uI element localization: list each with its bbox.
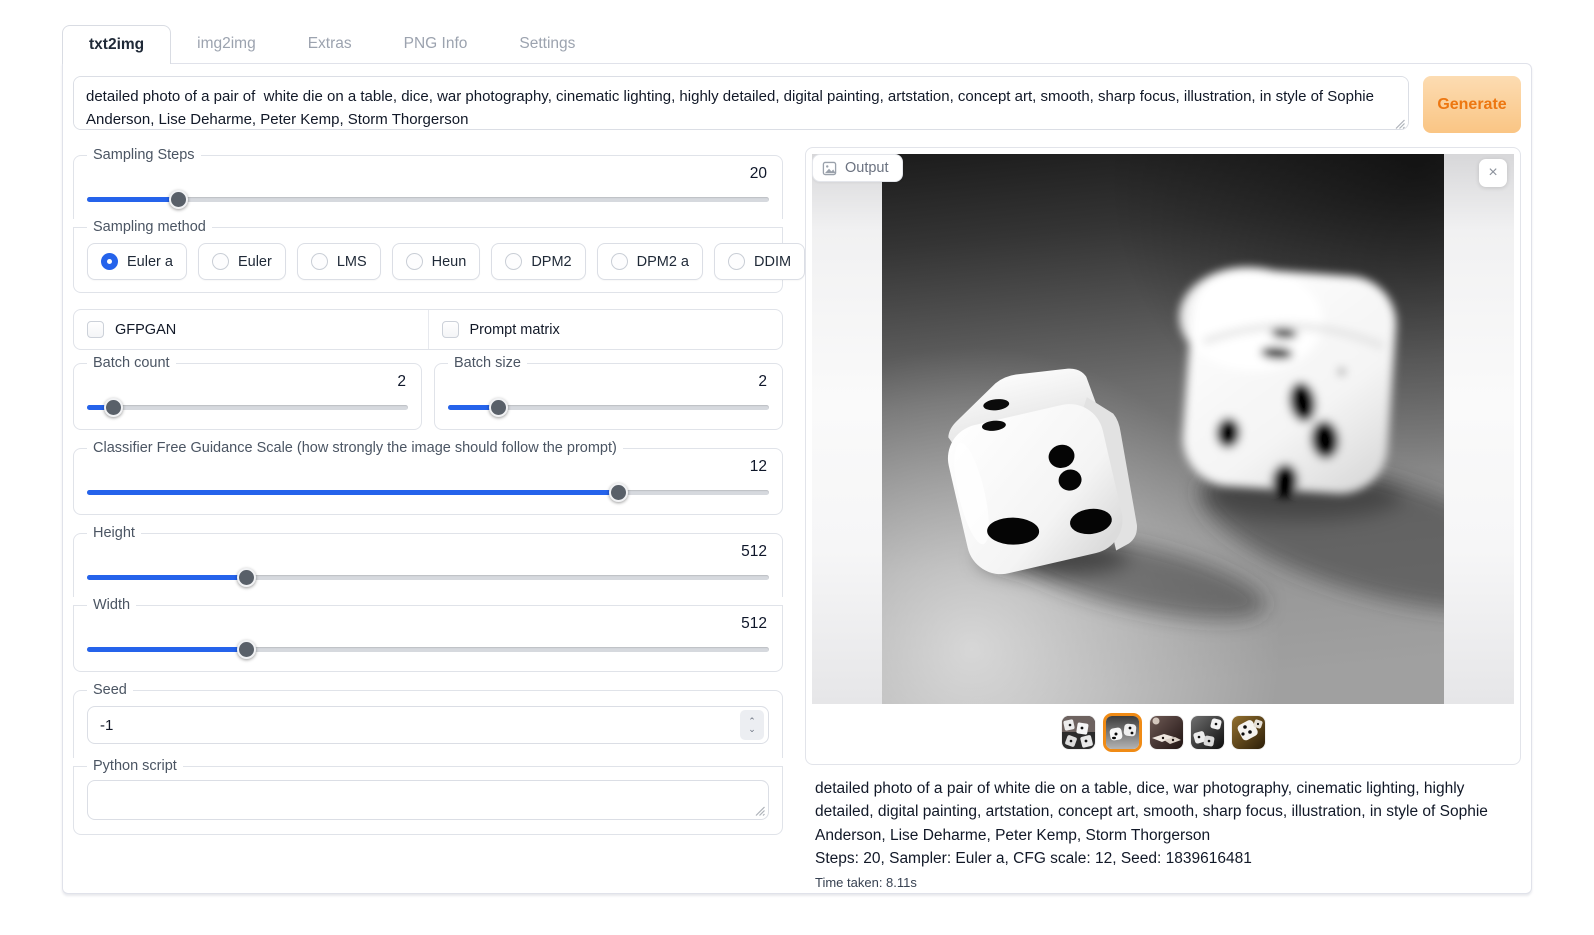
batch-size-label: Batch size <box>448 355 527 371</box>
output-thumbnail-1[interactable] <box>1062 716 1095 749</box>
tab-img2img[interactable]: img2img <box>171 25 282 63</box>
sampling-steps-group: Sampling Steps 20 <box>73 147 783 219</box>
radio-icon <box>311 253 328 270</box>
height-value: 512 <box>87 543 769 568</box>
tab-txt2img[interactable]: txt2img <box>62 25 171 64</box>
seed-input[interactable] <box>87 706 769 744</box>
output-column: Output × <box>805 147 1521 893</box>
resize-handle-icon[interactable] <box>753 804 765 816</box>
sampling-method-group: Sampling method Euler a Euler LMS Heun D… <box>73 219 783 293</box>
cfg-scale-group: Classifier Free Guidance Scale (how stro… <box>73 440 783 515</box>
radio-icon <box>611 253 628 270</box>
output-thumbnail-4[interactable] <box>1191 716 1224 749</box>
sampler-option-euler-a[interactable]: Euler a <box>87 243 187 280</box>
batch-count-slider[interactable] <box>87 398 408 417</box>
spinner-down-icon[interactable]: ⌄ <box>748 725 756 733</box>
generate-button[interactable]: Generate <box>1423 76 1521 133</box>
number-spinner[interactable]: ⌃ ⌄ <box>740 710 764 740</box>
toggles-row: GFPGAN Prompt matrix <box>73 309 783 350</box>
batch-count-label: Batch count <box>87 355 176 371</box>
prompt-input[interactable]: detailed photo of a pair of white die on… <box>73 76 1409 130</box>
generation-params: Steps: 20, Sampler: Euler a, CFG scale: … <box>815 847 1509 870</box>
cfg-scale-label: Classifier Free Guidance Scale (how stro… <box>87 440 623 456</box>
settings-column: Sampling Steps 20 Sampling method Euler … <box>73 147 783 835</box>
width-label: Width <box>87 597 136 613</box>
sampling-steps-value: 20 <box>87 165 769 190</box>
close-icon[interactable]: × <box>1479 159 1507 187</box>
generated-image[interactable] <box>882 154 1444 704</box>
txt2img-panel: detailed photo of a pair of white die on… <box>62 63 1532 894</box>
checkbox-icon <box>442 321 459 338</box>
checkbox-icon <box>87 321 104 338</box>
radio-icon <box>212 253 229 270</box>
cfg-scale-value: 12 <box>87 458 769 483</box>
prompt-matrix-checkbox[interactable]: Prompt matrix <box>428 310 783 349</box>
sampler-option-ddim[interactable]: DDIM <box>714 243 805 280</box>
sampler-option-dpm2[interactable]: DPM2 <box>491 243 585 280</box>
python-script-group: Python script <box>73 758 783 835</box>
generation-caption: detailed photo of a pair of white die on… <box>815 777 1509 847</box>
tab-settings[interactable]: Settings <box>493 25 601 63</box>
output-thumbnail-2-selected[interactable] <box>1103 713 1142 752</box>
height-group: Height 512 <box>73 525 783 597</box>
radio-icon <box>728 253 745 270</box>
batch-size-slider[interactable] <box>448 398 769 417</box>
batch-row: Batch count 2 Batch size 2 <box>73 355 783 430</box>
sampling-method-label: Sampling method <box>87 219 212 235</box>
output-panel: Output × <box>805 147 1521 765</box>
seed-label: Seed <box>87 682 133 698</box>
output-panel-header: Output <box>812 154 903 182</box>
width-slider[interactable] <box>87 640 769 659</box>
sampler-option-dpm2a[interactable]: DPM2 a <box>597 243 703 280</box>
width-group: Width 512 <box>73 597 783 672</box>
output-image-stage <box>812 154 1514 704</box>
radio-icon <box>505 253 522 270</box>
generation-time: Time taken: 8.11s <box>815 873 1509 893</box>
batch-size-group: Batch size 2 <box>434 355 783 430</box>
resize-handle-icon[interactable] <box>1393 117 1405 129</box>
height-slider[interactable] <box>87 568 769 587</box>
prompt-row: detailed photo of a pair of white die on… <box>73 76 1521 133</box>
tab-png-info[interactable]: PNG Info <box>378 25 494 63</box>
sampler-option-lms[interactable]: LMS <box>297 243 381 280</box>
batch-size-value: 2 <box>448 373 769 398</box>
stable-diffusion-webui: txt2img img2img Extras PNG Info Settings… <box>62 22 1532 894</box>
sampler-option-heun[interactable]: Heun <box>392 243 481 280</box>
tab-bar: txt2img img2img Extras PNG Info Settings <box>62 22 1532 63</box>
python-script-label: Python script <box>87 758 183 774</box>
sampling-steps-label: Sampling Steps <box>87 147 201 163</box>
height-label: Height <box>87 525 141 541</box>
tab-extras[interactable]: Extras <box>282 25 378 63</box>
batch-count-value: 2 <box>87 373 408 398</box>
seed-group: Seed ⌃ ⌄ <box>73 682 783 758</box>
radio-checked-icon <box>101 253 118 270</box>
output-thumbnail-3[interactable] <box>1150 716 1183 749</box>
gfpgan-checkbox[interactable]: GFPGAN <box>74 310 428 349</box>
output-thumbnail-5[interactable] <box>1232 716 1265 749</box>
cfg-scale-slider[interactable] <box>87 483 769 502</box>
batch-count-group: Batch count 2 <box>73 355 422 430</box>
sampler-option-euler[interactable]: Euler <box>198 243 286 280</box>
output-thumbnails <box>812 704 1514 758</box>
python-script-input[interactable] <box>87 780 769 820</box>
radio-icon <box>406 253 423 270</box>
output-panel-label: Output <box>845 160 889 176</box>
sampling-steps-slider[interactable] <box>87 190 769 209</box>
image-icon <box>822 161 837 176</box>
width-value: 512 <box>87 615 769 640</box>
generation-info: detailed photo of a pair of white die on… <box>805 765 1521 893</box>
